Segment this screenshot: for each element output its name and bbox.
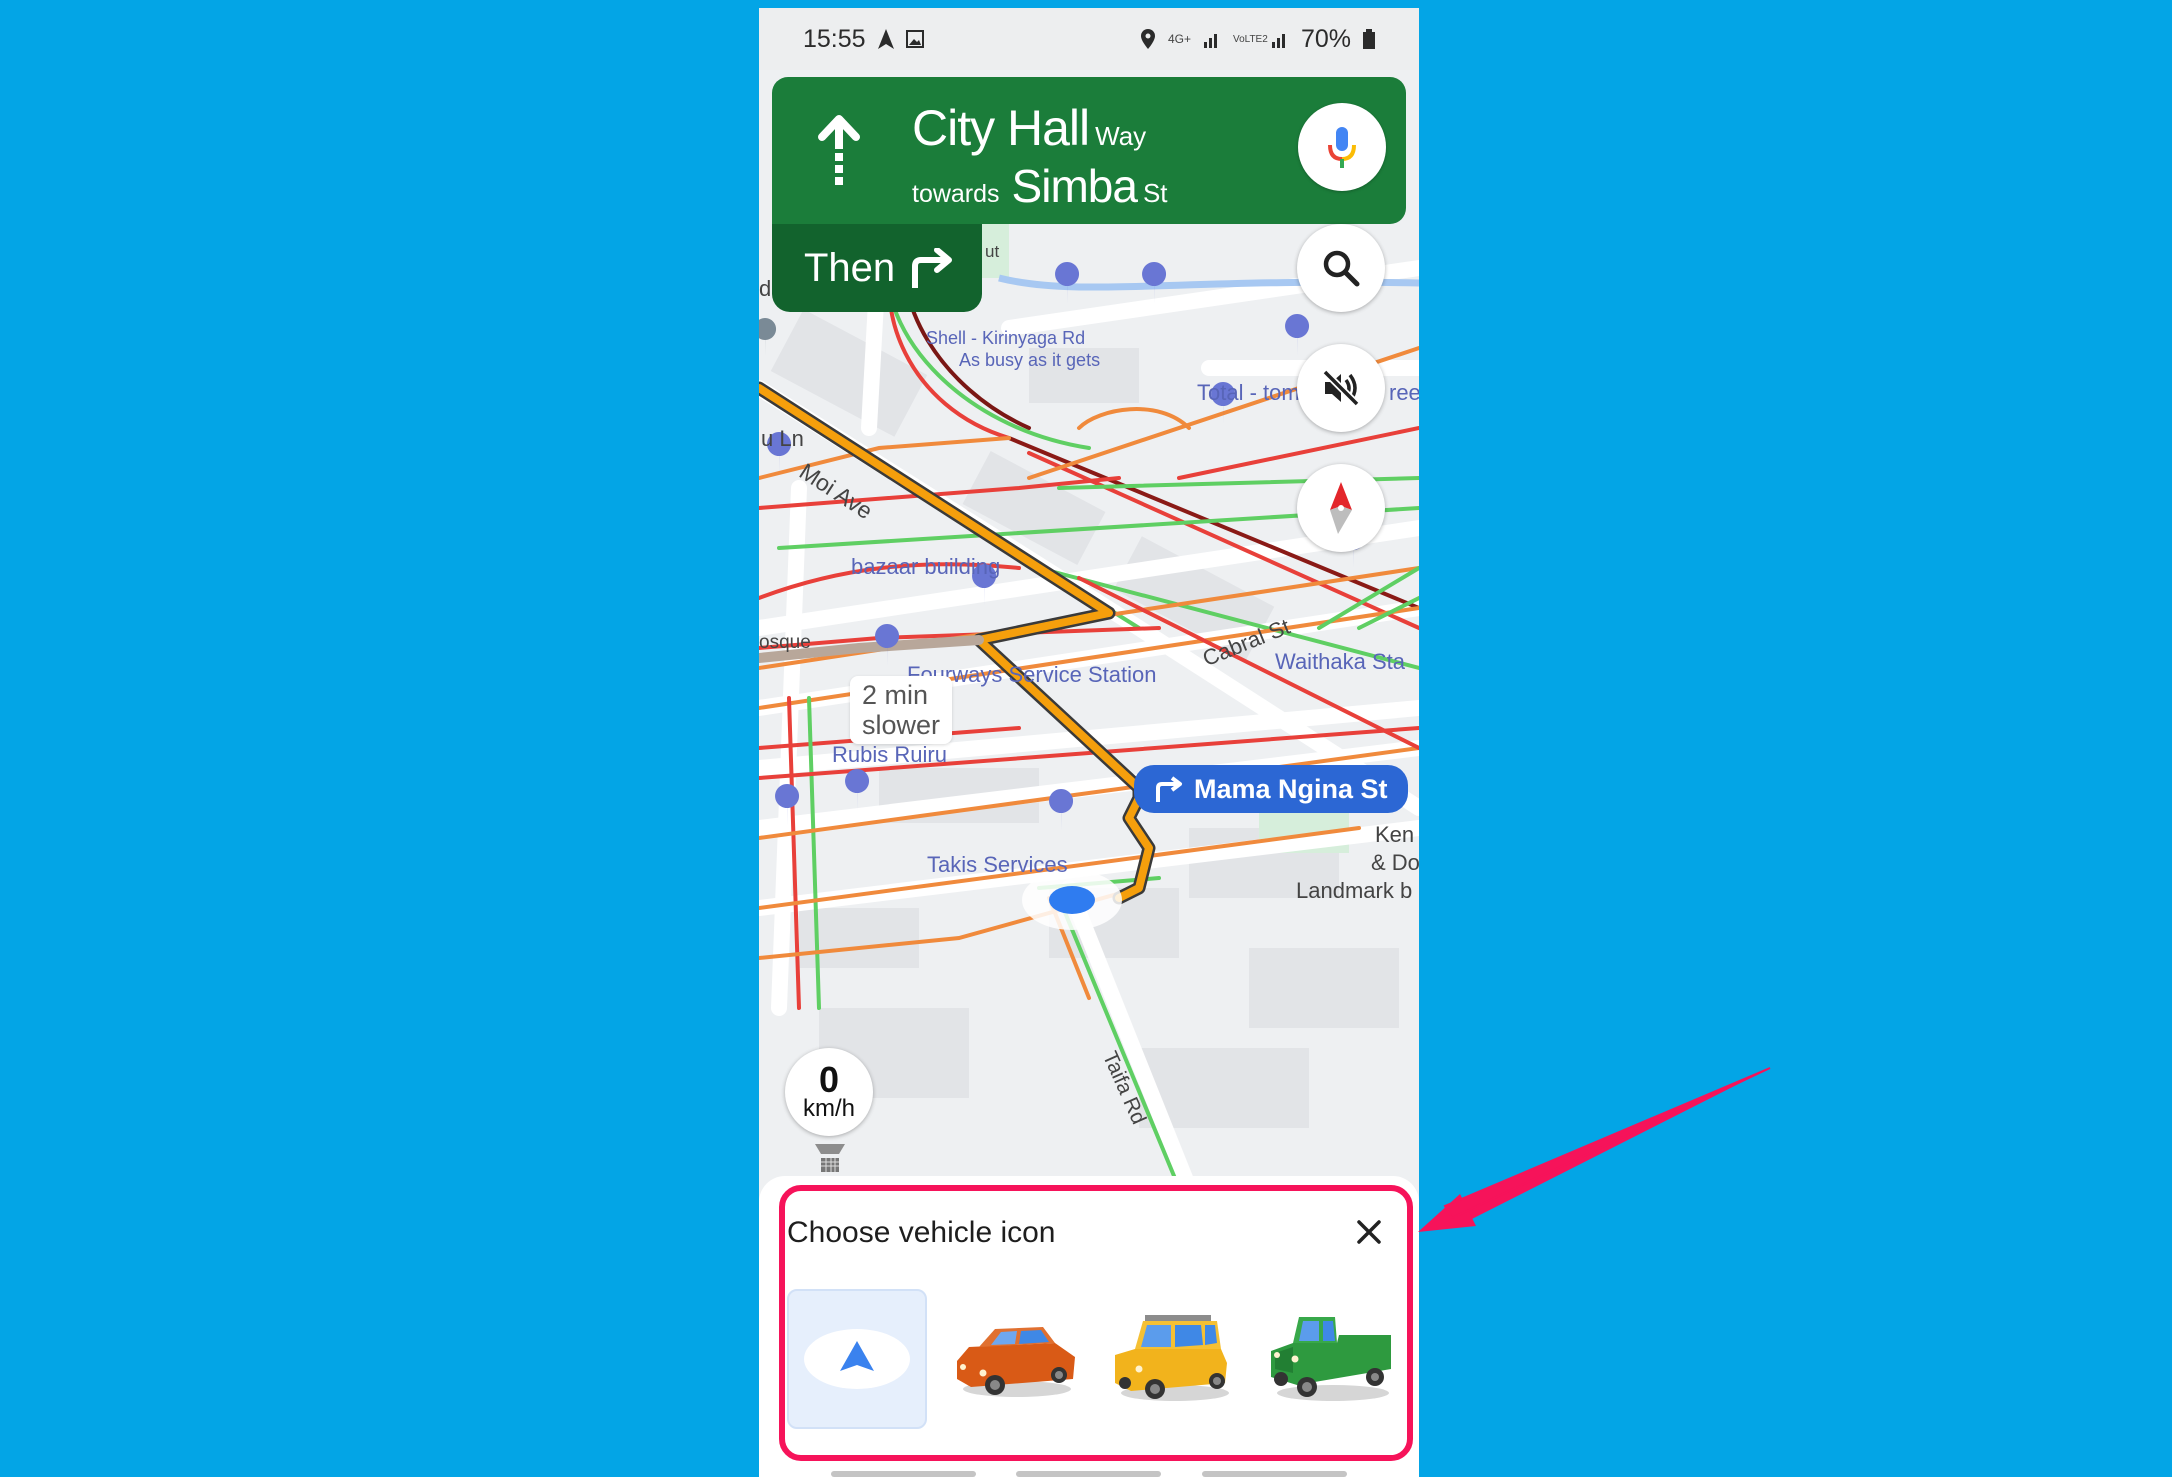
street-name: City Hall <box>912 100 1090 156</box>
map-label-street-edge: reet <box>1389 380 1419 405</box>
map-label-bazaar: bazaar building <box>851 554 1001 579</box>
compass-button[interactable] <box>1297 464 1385 552</box>
mute-button[interactable] <box>1297 344 1385 432</box>
towards-label: towards <box>912 180 1000 208</box>
scroll-indicator <box>1202 1471 1347 1477</box>
location-icon <box>1140 29 1155 49</box>
map-label-waithaka: Waithaka Sta <box>1275 649 1406 674</box>
choose-vehicle-icon-sheet: Choose vehicle icon <box>759 1176 1419 1477</box>
delay-description: slower <box>862 710 941 740</box>
clock: 15:55 <box>803 24 866 53</box>
green-pickup-truck-icon <box>1271 1317 1391 1401</box>
then-label: Then <box>804 245 896 290</box>
map-label-takis: Takis Services <box>927 852 1068 877</box>
current-location-dot <box>1049 886 1095 914</box>
microphone-icon <box>1328 127 1356 168</box>
towards-street: towards Simba St <box>912 159 1168 213</box>
phone-screen: Shell - Kirinyaga Rd As busy as it gets … <box>759 8 1419 1477</box>
towards-street-name: Simba <box>1011 160 1138 212</box>
scroll-indicator <box>1016 1471 1161 1477</box>
speed-pin-tail-icon <box>815 1144 845 1172</box>
yellow-suv-icon <box>1115 1315 1229 1401</box>
delay-time: 2 min <box>862 680 929 710</box>
map-label-shell-busy: As busy as it gets <box>959 350 1101 370</box>
status-bar: 15:55 4G+ VoLTE2 70% <box>759 8 1419 70</box>
map-label-mosque: osque <box>759 632 811 653</box>
street-suffix: Way <box>1095 121 1147 151</box>
map-label-rubis: Rubis Ruiru <box>832 742 947 767</box>
next-turn-street: Mama Ngina St <box>1194 773 1388 804</box>
scroll-indicator <box>831 1471 976 1477</box>
voice-search-button[interactable] <box>1298 103 1386 191</box>
map-label-total: Total - tom <box>1197 380 1300 405</box>
vehicle-option-green-pickup[interactable] <box>1261 1289 1401 1429</box>
map-label-d: d <box>759 276 772 301</box>
navigation-status-icon <box>877 29 894 49</box>
turn-right-icon <box>1156 776 1182 802</box>
close-button[interactable] <box>1349 1212 1389 1252</box>
volte-indicator: VoLTE2 <box>1232 33 1268 45</box>
then-turn-right-icon <box>912 248 953 288</box>
signal-icon-1 <box>1203 34 1217 48</box>
speedometer: 0 km/h <box>785 1048 873 1136</box>
search-button[interactable] <box>1297 224 1385 312</box>
vehicle-option-arrow[interactable] <box>787 1289 927 1429</box>
navigation-banner[interactable]: City Hall Way towards Simba St <box>772 77 1406 224</box>
red-car-icon <box>957 1327 1075 1397</box>
close-icon <box>1357 1220 1381 1244</box>
vehicle-option-yellow-suv[interactable] <box>1103 1289 1243 1429</box>
map-label-ut: ut <box>985 242 1000 261</box>
map-label-landmark: Landmark b <box>1296 878 1413 903</box>
current-street: City Hall Way <box>912 99 1146 157</box>
search-icon <box>1323 250 1360 287</box>
sound-off-icon <box>1322 369 1360 407</box>
map-label-kenya-2: & Do <box>1371 850 1419 875</box>
battery-icon <box>1363 29 1375 49</box>
speed-unit: km/h <box>802 1095 855 1122</box>
map-label-kenya-1: Ken <box>1375 822 1415 847</box>
then-turn-indicator: Then <box>772 224 982 312</box>
sheet-title: Choose vehicle icon <box>787 1216 1056 1249</box>
straight-arrow-icon <box>818 115 860 185</box>
network-type: 4G+ <box>1167 31 1191 46</box>
signal-icon-2 <box>1271 34 1285 48</box>
compass-icon <box>1330 482 1352 534</box>
battery-percent: 70% <box>1300 24 1351 53</box>
map-label-ln: u Ln <box>761 426 804 451</box>
gallery-icon <box>905 30 924 48</box>
vehicle-option-red-car[interactable] <box>945 1289 1085 1429</box>
navigation-arrow-icon <box>804 1329 910 1389</box>
speed-value: 0 <box>818 1059 840 1100</box>
map-label-shell: Shell - Kirinyaga Rd <box>926 328 1086 348</box>
traffic-delay-callout[interactable]: 2 min slower <box>850 676 953 744</box>
towards-street-suffix: St <box>1142 178 1168 208</box>
next-turn-pill[interactable]: Mama Ngina St <box>1134 765 1408 813</box>
